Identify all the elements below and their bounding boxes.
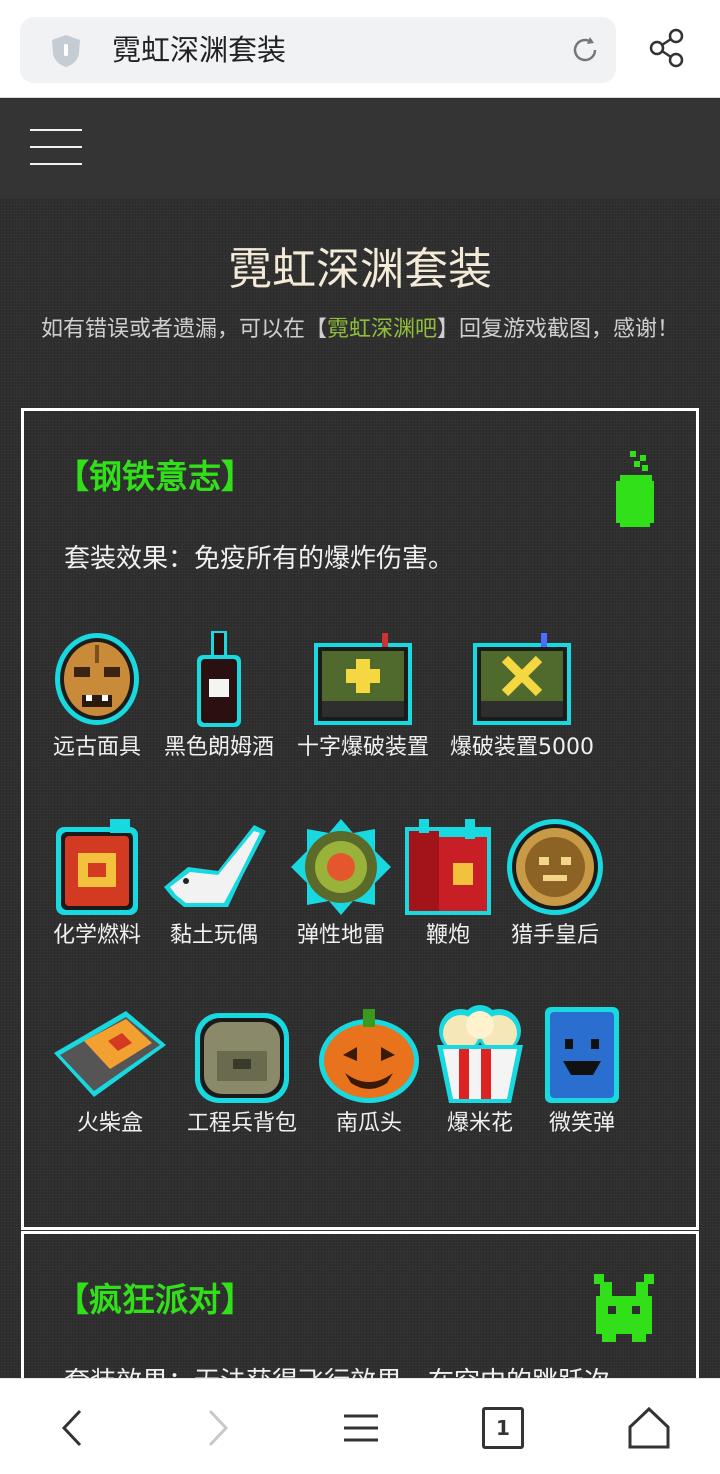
address-bar[interactable]: 霓虹深渊套装 xyxy=(20,17,616,83)
page-content: 霓虹深渊套装 如有错误或者遗漏，可以在【霓虹深渊吧】回复游戏截图，感谢！ 【钢铁… xyxy=(0,198,720,1378)
fuel-can-icon xyxy=(56,819,138,915)
reload-icon[interactable] xyxy=(568,33,602,67)
item-smile-bomb[interactable]: 微笑弹 xyxy=(534,1005,630,1139)
detonator-5000-icon xyxy=(473,633,571,725)
item-label: 弹性地雷 xyxy=(296,923,385,948)
item-chemical-fuel[interactable]: 化学燃料 xyxy=(48,817,146,951)
site-header xyxy=(0,99,720,198)
tab-count: 1 xyxy=(496,1416,510,1440)
item-hunter-queen[interactable]: 猎手皇后 xyxy=(500,817,610,951)
set-card-steel-will: 【钢铁意志】 套装效果：免疫所有的爆炸伤害。 远古面具 黑色朗姆酒 十字爆破装置… xyxy=(21,408,699,1230)
set-title: 【钢铁意志】 xyxy=(56,457,254,496)
set-card-crazy-party: 【疯狂派对】 套装效果：无法获得飞行效果，在空中的跳跃次 xyxy=(21,1231,699,1378)
item-label: 工程兵背包 xyxy=(186,1111,297,1136)
popcorn-icon xyxy=(437,1005,523,1103)
item-cross-detonator[interactable]: 十字爆破装置 xyxy=(290,629,436,763)
item-detonator-5000[interactable]: 爆破装置5000 xyxy=(444,629,600,763)
item-label: 南瓜头 xyxy=(335,1111,402,1136)
notice-prefix: 如有错误或者遗漏，可以在【 xyxy=(40,317,327,342)
home-icon[interactable] xyxy=(626,1405,672,1451)
item-label: 猎手皇后 xyxy=(510,923,599,948)
item-pumpkin-head[interactable]: 南瓜头 xyxy=(314,1005,424,1139)
tabs-button[interactable]: 1 xyxy=(482,1407,524,1449)
page-title: 霓虹深渊套装 xyxy=(228,244,492,295)
land-mine-icon xyxy=(291,819,391,915)
set-effect: 套装效果：无法获得飞行效果，在空中的跳跃次 xyxy=(64,1364,610,1378)
item-label: 远古面具 xyxy=(52,735,141,760)
set-title: 【疯狂派对】 xyxy=(56,1280,254,1319)
hamburger-icon[interactable] xyxy=(30,129,82,167)
smile-card-icon xyxy=(545,1007,619,1103)
item-label: 微笑弹 xyxy=(548,1111,615,1136)
item-label: 爆米花 xyxy=(446,1111,513,1136)
menu-icon[interactable] xyxy=(338,1405,384,1451)
item-firecracker[interactable]: 鞭炮 xyxy=(402,817,494,951)
item-label: 化学燃料 xyxy=(52,923,141,948)
item-black-rum[interactable]: 黑色朗姆酒 xyxy=(158,629,280,763)
forum-link[interactable]: 霓虹深渊吧 xyxy=(327,317,437,342)
address-bar-title: 霓虹深渊套装 xyxy=(112,33,287,67)
firecracker-icon xyxy=(405,819,491,915)
item-label: 黏土玩偶 xyxy=(169,923,258,948)
item-label: 黑色朗姆酒 xyxy=(163,735,274,760)
notice-suffix: 】回复游戏截图，感谢！ xyxy=(437,317,680,342)
set-icon-green-flask xyxy=(616,451,654,527)
share-icon[interactable] xyxy=(648,28,686,68)
notice-text: 如有错误或者遗漏，可以在【霓虹深渊吧】回复游戏截图，感谢！ xyxy=(30,314,690,346)
browser-top-bar: 霓虹深渊套装 xyxy=(0,0,720,98)
cross-detonator-icon xyxy=(314,633,412,725)
shield-icon[interactable] xyxy=(48,33,84,69)
rum-bottle-icon xyxy=(197,631,241,727)
item-ancient-mask[interactable]: 远古面具 xyxy=(48,629,146,763)
back-icon[interactable] xyxy=(50,1405,96,1451)
item-clay-doll[interactable]: 黏土玩偶 xyxy=(158,817,270,951)
item-label: 十字爆破装置 xyxy=(296,735,429,760)
item-elastic-mine[interactable]: 弹性地雷 xyxy=(286,817,396,951)
set-effect: 套装效果：免疫所有的爆炸伤害。 xyxy=(64,544,455,574)
pumpkin-icon xyxy=(319,1009,419,1103)
matchbox-icon xyxy=(54,1011,166,1097)
browser-bottom-bar: 1 xyxy=(0,1378,720,1474)
backpack-icon xyxy=(195,1013,289,1103)
gold-coin-icon xyxy=(507,819,603,915)
item-engineer-backpack[interactable]: 工程兵背包 xyxy=(180,1005,304,1139)
item-popcorn[interactable]: 爆米花 xyxy=(430,1005,530,1139)
set-icon-green-rabbit xyxy=(594,1274,654,1342)
item-label: 火柴盒 xyxy=(76,1111,143,1136)
clay-dove-icon xyxy=(164,825,266,907)
item-label: 鞭炮 xyxy=(425,923,470,948)
forward-icon[interactable] xyxy=(194,1405,240,1451)
item-matchbox[interactable]: 火柴盒 xyxy=(50,1005,170,1139)
ancient-mask-icon xyxy=(55,633,139,725)
item-label: 爆破装置5000 xyxy=(450,735,594,760)
